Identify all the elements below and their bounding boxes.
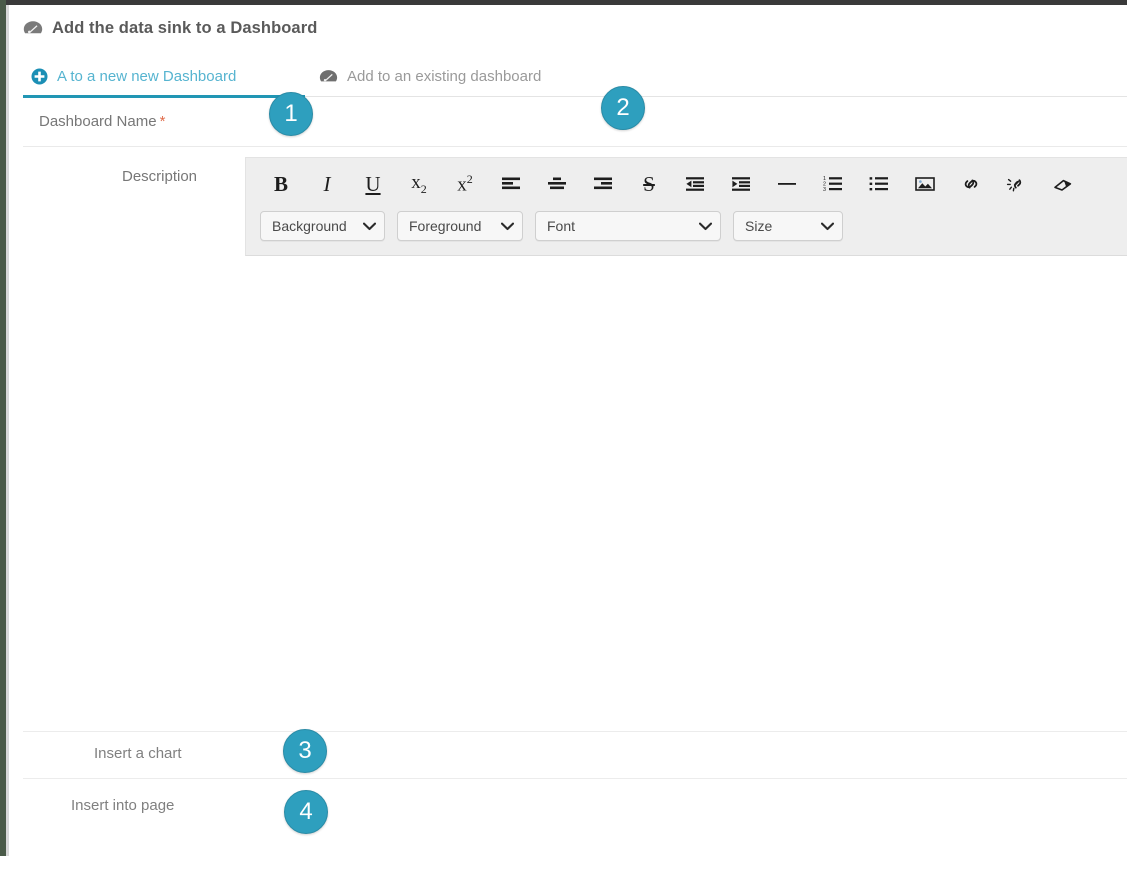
foreground-color-select-label: Foreground [409, 218, 482, 234]
tab-existing-dashboard[interactable]: Add to an existing dashboard [319, 62, 541, 90]
strikethrough-icon[interactable]: S [626, 167, 672, 201]
insert-link-icon[interactable] [948, 167, 994, 201]
superscript-icon[interactable]: x2 [442, 167, 488, 201]
insert-chart-label: Insert a chart [94, 745, 182, 762]
required-marker: * [159, 113, 166, 130]
dashboard-name-row: Dashboard Name * [9, 99, 1127, 147]
font-family-select[interactable]: Font [535, 211, 721, 241]
description-editor-body[interactable] [245, 277, 1127, 723]
background-color-select[interactable]: Background [260, 211, 385, 241]
callout-badge-4: 4 [284, 790, 328, 834]
tab-new-dashboard[interactable]: A to a new new Dashboard [31, 62, 236, 90]
insert-chart-divider-top [23, 731, 1127, 732]
dialog-content: Add the data sink to a Dashboard A to a … [9, 5, 1127, 870]
chevron-down-icon [500, 220, 515, 233]
toolbar-row-selects: Background Foreground Font Size [246, 205, 1127, 247]
foreground-color-select[interactable]: Foreground [397, 211, 523, 241]
dashboard-target-tabs: A to a new new Dashboard Add to an exist… [9, 62, 1127, 98]
horizontal-rule-icon[interactable] [764, 167, 810, 201]
italic-icon[interactable]: I [304, 167, 350, 201]
active-tab-underline [23, 95, 305, 98]
font-family-select-label: Font [547, 218, 576, 234]
dashboard-gauge-icon [23, 20, 43, 36]
unordered-list-icon[interactable] [856, 167, 902, 201]
callout-badge-3: 3 [283, 729, 327, 773]
font-size-select[interactable]: Size [733, 211, 843, 241]
tab-new-dashboard-label: A to a new new Dashboard [57, 67, 237, 85]
subscript-icon[interactable]: x2 [396, 167, 442, 201]
insert-chart-divider-bottom [23, 778, 1127, 779]
outdent-icon[interactable] [672, 167, 718, 201]
eraser-icon[interactable] [1040, 167, 1086, 201]
chevron-down-icon [820, 220, 835, 233]
align-center-icon[interactable] [534, 167, 580, 201]
tab-bar-divider [305, 96, 1127, 97]
tab-existing-dashboard-label: Add to an existing dashboard [347, 67, 542, 85]
callout-badge-2: 2 [601, 86, 645, 130]
bold-icon[interactable]: B [258, 167, 304, 201]
page-title: Add the data sink to a Dashboard [52, 18, 318, 37]
dashboard-name-label: Dashboard Name * [39, 113, 165, 130]
toolbar-row-formatting: B I U x2 x2 S 1 2 3 [246, 163, 1127, 205]
unlink-icon[interactable] [994, 167, 1040, 201]
chevron-down-icon [698, 220, 713, 233]
dashboard-gauge-icon [319, 69, 338, 84]
dashboard-name-divider [23, 146, 1127, 147]
insert-into-page-label: Insert into page [71, 797, 175, 814]
plus-circle-icon [31, 68, 48, 85]
ordered-list-icon[interactable]: 1 2 3 [810, 167, 856, 201]
align-left-icon[interactable] [488, 167, 534, 201]
chevron-down-icon [362, 220, 377, 233]
indent-icon[interactable] [718, 167, 764, 201]
underline-icon[interactable]: U [350, 167, 396, 201]
description-label: Description [122, 168, 198, 185]
insert-image-icon[interactable] [902, 167, 948, 201]
callout-badge-1: 1 [269, 92, 313, 136]
insert-chart-row: Insert a chart [9, 731, 1127, 779]
svg-text:3: 3 [823, 187, 826, 193]
font-size-select-label: Size [745, 218, 773, 234]
panel-header: Add the data sink to a Dashboard [23, 14, 317, 42]
align-right-icon[interactable] [580, 167, 626, 201]
rich-text-editor-toolbar: B I U x2 x2 S 1 2 3 Background Foregroun… [245, 157, 1127, 256]
background-color-select-label: Background [272, 218, 347, 234]
screenshot-root: Add the data sink to a Dashboard A to a … [0, 0, 1127, 870]
dashboard-name-label-text: Dashboard Name [39, 113, 157, 130]
